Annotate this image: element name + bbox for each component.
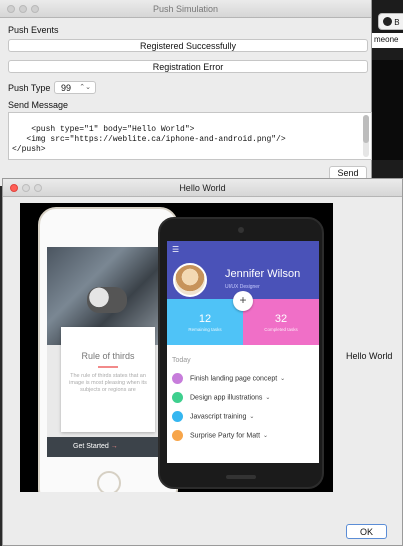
avatar <box>173 263 207 297</box>
task-label: Javascript training <box>190 413 247 421</box>
card-divider <box>98 366 118 368</box>
arrow-right-icon: → <box>110 443 118 450</box>
push-simulation-titlebar[interactable]: Push Simulation <box>0 0 371 18</box>
hello-world-titlebar[interactable]: Hello World <box>3 179 402 197</box>
stat-value: 32 <box>274 313 288 325</box>
minimize-window-button[interactable] <box>22 184 30 192</box>
white-phone-screen: Rule of thirds The rule of thirds states… <box>47 247 169 457</box>
close-window-button[interactable] <box>10 184 18 192</box>
hamburger-menu-icon: ☰ <box>172 245 180 254</box>
hello-world-window: Hello World Rule of thirds The rule of t… <box>2 178 403 546</box>
task-dot-icon <box>172 373 183 384</box>
android-phone-mockup: ☰ Jennifer Wilson UI/UX Designer 12 Rema… <box>158 217 324 489</box>
zoom-window-button[interactable] <box>31 5 39 13</box>
task-label: Surprise Party for Matt <box>190 432 261 440</box>
plus-icon: + <box>233 291 253 311</box>
push-type-value: 99 <box>61 83 72 93</box>
push-type-stepper[interactable]: 99 ⌃⌄ <box>54 81 96 94</box>
github-tab-label: B <box>394 18 400 27</box>
chevron-down-icon: ⌄ <box>280 376 286 383</box>
task-label: Finish landing page concept <box>190 375 278 383</box>
chevron-down-icon: ⌄ <box>263 433 269 440</box>
completed-tasks-stat: 32 Completed tasks <box>243 299 319 345</box>
remaining-tasks-stat: 12 Remaining tasks <box>167 299 243 345</box>
registered-successfully-button[interactable]: Registered Successfully <box>8 39 368 52</box>
zoom-window-button[interactable] <box>34 184 42 192</box>
stat-label: Completed tasks <box>264 327 298 332</box>
github-tab[interactable]: B <box>378 13 403 30</box>
camera-icon <box>238 227 244 233</box>
task-dot-icon <box>172 392 183 403</box>
task-label: Design app illustrations <box>190 394 263 402</box>
background-dark-pane <box>372 60 403 160</box>
push-simulation-window: Push Simulation Push Events Registered S… <box>0 0 372 186</box>
today-label: Today <box>172 357 191 364</box>
task-dot-icon <box>172 411 183 422</box>
ok-button[interactable]: OK <box>346 524 387 539</box>
user-role: UI/UX Designer <box>225 284 260 290</box>
card-body: The rule of thirds states that an image … <box>69 373 147 393</box>
scrollbar-thumb[interactable] <box>363 115 369 143</box>
task-item: Finish landing page concept ⌄ <box>172 373 317 387</box>
task-dot-icon <box>172 430 183 441</box>
chevron-down-icon: ⌄ <box>265 395 271 402</box>
white-phone-footer: Get Started → <box>47 437 169 457</box>
close-window-button[interactable] <box>7 5 15 13</box>
registration-error-button[interactable]: Registration Error <box>8 60 368 73</box>
push-events-label: Push Events <box>8 25 59 35</box>
white-phone-mockup: Rule of thirds The rule of thirds states… <box>38 207 178 492</box>
user-name: Jennifer Wilson <box>225 268 301 280</box>
push-type-label: Push Type <box>8 83 51 93</box>
get-started-link: Get Started → <box>73 443 118 451</box>
hello-world-label: Hello World <box>346 351 393 361</box>
message-textarea[interactable]: <push type="1" body="Hello World"> <img … <box>8 112 372 160</box>
card-title: Rule of thirds <box>81 351 135 361</box>
sneakers-image <box>87 287 127 313</box>
background-name-fragment: meone <box>372 33 403 48</box>
stat-label: Remaining tasks <box>188 327 222 332</box>
push-image: Rule of thirds The rule of thirds states… <box>20 203 333 492</box>
github-icon <box>383 17 392 26</box>
window-controls <box>7 5 39 13</box>
stepper-arrows-icon[interactable]: ⌃⌄ <box>79 82 91 94</box>
speaker-grille <box>226 475 256 479</box>
android-phone-screen: ☰ Jennifer Wilson UI/UX Designer 12 Rema… <box>167 241 319 463</box>
task-item: Javascript training ⌄ <box>172 411 317 425</box>
minimize-window-button[interactable] <box>19 5 27 13</box>
window-title: Push Simulation <box>152 4 219 14</box>
send-message-label: Send Message <box>8 100 69 110</box>
stat-value: 12 <box>198 313 212 325</box>
task-item: Surprise Party for Matt ⌄ <box>172 430 317 444</box>
message-text: <push type="1" body="Hello World"> <img … <box>12 125 286 154</box>
task-item: Design app illustrations ⌄ <box>172 392 317 406</box>
chevron-down-icon: ⌄ <box>249 414 255 421</box>
onboarding-card: Rule of thirds The rule of thirds states… <box>61 327 155 432</box>
message-scrollbar[interactable] <box>363 115 369 157</box>
get-started-label: Get Started <box>73 443 109 450</box>
home-button <box>97 471 121 492</box>
window-controls <box>10 184 42 192</box>
window-title: Hello World <box>179 183 226 193</box>
